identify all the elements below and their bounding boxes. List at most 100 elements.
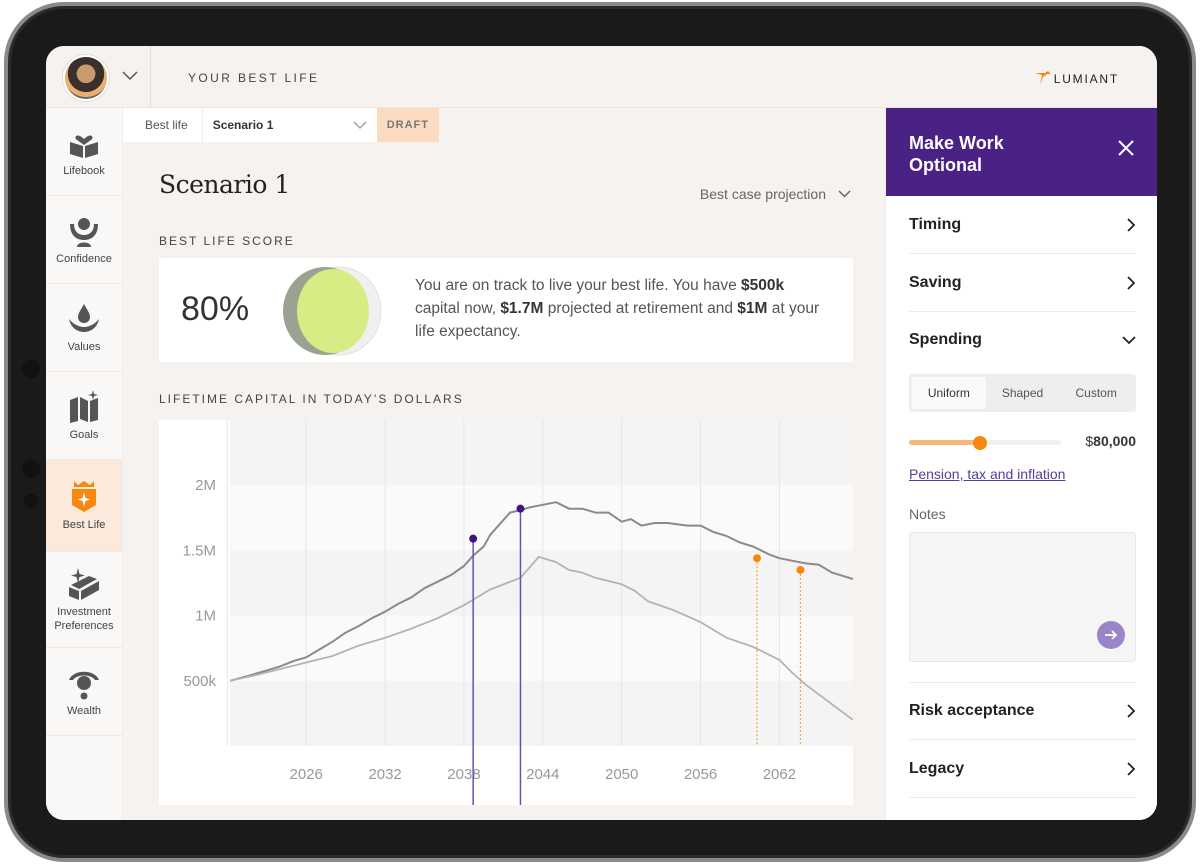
grid-band — [230, 680, 853, 746]
app-title: YOUR BEST LIFE — [188, 71, 320, 85]
x-tick-label: 2026 — [290, 766, 323, 783]
sidebar-item-label: Goals — [69, 428, 99, 441]
marker-point — [516, 504, 525, 513]
sidebar-item-best-life[interactable]: Best Life — [46, 460, 122, 552]
avatar[interactable] — [63, 55, 109, 101]
x-tick-label: 2032 — [368, 766, 401, 783]
chevron-right-icon — [1127, 761, 1136, 776]
score-label: BEST LIFE SCORE — [159, 234, 295, 248]
chevron-down-icon — [1122, 336, 1136, 345]
chevron-down-icon — [838, 190, 851, 198]
sidebar-item-lifebook[interactable]: Lifebook — [46, 108, 122, 196]
panel-header: Make Work Optional — [886, 108, 1157, 196]
section-legacy[interactable]: Legacy — [909, 740, 1136, 798]
sidebar-item-wealth[interactable]: Wealth — [46, 648, 122, 736]
x-tick-label: 2050 — [605, 766, 638, 783]
chevron-right-icon — [1127, 217, 1136, 232]
chart-title: LIFETIME CAPITAL IN TODAY’S DOLLARS — [159, 392, 464, 406]
sidebar-item-values[interactable]: Values — [46, 284, 122, 372]
chart-svg: 500k 1M 1.5M 2M 2026 2032 2038 2044 2050 2056 2062 — [159, 420, 853, 820]
blocks-sparkle-icon — [69, 567, 99, 600]
mode-uniform[interactable]: Uniform — [912, 377, 986, 409]
sidebar-item-goals[interactable]: Goals — [46, 372, 122, 460]
marker-point — [796, 565, 805, 574]
marker-point — [753, 554, 762, 563]
spending-amount: $80,000 — [1085, 433, 1136, 449]
sidebar-item-label: Confidence — [56, 252, 112, 265]
book-heart-icon — [70, 134, 98, 158]
divider — [150, 46, 151, 108]
sidebar-item-confidence[interactable]: Confidence — [46, 196, 122, 284]
section-label: Legacy — [909, 759, 965, 777]
sidebar-item-label: Wealth — [66, 704, 102, 717]
bird-logo-icon — [1034, 71, 1051, 85]
top-bar: YOUR BEST LIFE LUMIANT — [46, 46, 1157, 108]
breadcrumb-root[interactable]: Best life — [123, 108, 203, 142]
section-label: Timing — [909, 215, 962, 233]
y-tick-label: 1M — [195, 608, 216, 625]
chevron-right-icon — [1127, 275, 1136, 290]
y-tick-label: 2M — [195, 477, 216, 494]
projection-select-value: Best case projection — [699, 186, 826, 202]
section-saving[interactable]: Saving — [909, 254, 1136, 312]
slider-fill — [909, 440, 981, 445]
side-button — [22, 460, 40, 478]
section-label: Spending — [909, 331, 982, 348]
spending-slider-row: $80,000 — [909, 432, 1136, 452]
breadcrumb: Best life Scenario 1 DRAFT — [123, 108, 885, 142]
mode-custom[interactable]: Custom — [1059, 377, 1133, 409]
map-star-icon — [70, 389, 98, 423]
panel-title: Make Work Optional — [909, 133, 1004, 175]
arrow-right-icon[interactable] — [1097, 621, 1125, 649]
sidebar-item-label: Lifebook — [63, 164, 105, 177]
section-timing[interactable]: Timing — [909, 196, 1136, 254]
main-content: Scenario 1 Best case projection BEST LIF… — [123, 142, 885, 820]
slider-thumb[interactable] — [973, 436, 988, 450]
close-icon[interactable] — [1117, 138, 1135, 162]
person-cradle-icon — [70, 217, 98, 247]
score-card: 80% You are on track to live your best l… — [159, 258, 853, 362]
grid-band — [230, 420, 853, 486]
x-tick-label: 2056 — [684, 766, 717, 783]
page-title: Scenario 1 — [159, 170, 290, 199]
brand-name: LUMIANT — [1053, 72, 1119, 86]
chevron-down-icon — [353, 121, 367, 129]
sidebar-item-investment-preferences[interactable]: Investment Preferences — [46, 552, 122, 648]
umbrella-dot-icon — [69, 671, 99, 699]
side-panel: Make Work Optional Timing Saving Spendin… — [885, 108, 1157, 820]
brand-logo: LUMIANT — [1034, 70, 1119, 86]
score-value: 80% — [181, 290, 250, 328]
marker-point — [469, 534, 478, 543]
spending-slider[interactable] — [909, 436, 1061, 450]
app-screen: YOUR BEST LIFE LUMIANT Lifebook Confiden… — [46, 46, 1157, 820]
draft-badge: DRAFT — [376, 108, 439, 142]
mode-shaped[interactable]: Shaped — [986, 377, 1060, 409]
section-risk-acceptance[interactable]: Risk acceptance — [909, 682, 1136, 740]
chevron-down-icon[interactable] — [122, 68, 138, 84]
pension-tax-inflation-link[interactable]: Pension, tax and inflation — [909, 466, 1065, 482]
scenario-select-value: Scenario 1 — [212, 118, 274, 132]
y-tick-label: 500k — [183, 673, 216, 690]
y-tick-label: 1.5M — [183, 542, 216, 559]
notes-textarea[interactable] — [909, 532, 1136, 662]
sidebar-item-label: Investment Preferences — [54, 605, 114, 632]
sidebar-item-label: Values — [67, 340, 101, 353]
score-orb-icon — [283, 266, 382, 356]
score-description: You are on track to live your best life.… — [415, 277, 820, 340]
x-tick-label: 2038 — [447, 766, 480, 783]
side-button — [22, 360, 40, 378]
x-tick-label: 2044 — [526, 766, 559, 783]
sidebar: Lifebook Confidence Values Goals Best Li… — [46, 108, 123, 820]
grid-band — [230, 485, 853, 551]
drop-hands-icon — [69, 303, 99, 332]
spending-mode-toggle: Uniform Shaped Custom — [909, 374, 1136, 412]
chart-footer — [159, 805, 853, 820]
scenario-select[interactable]: Scenario 1 — [202, 108, 377, 142]
notes-label: Notes — [909, 506, 946, 522]
sidebar-item-label: Best Life — [62, 518, 106, 531]
projection-select[interactable]: Best case projection — [700, 186, 851, 202]
section-spending[interactable]: Spending — [909, 312, 1136, 368]
side-button — [24, 494, 38, 508]
section-label: Risk acceptance — [909, 702, 1035, 719]
capital-chart: 500k 1M 1.5M 2M 2026 2032 2038 2044 2050 2056 2062 — [159, 420, 853, 820]
